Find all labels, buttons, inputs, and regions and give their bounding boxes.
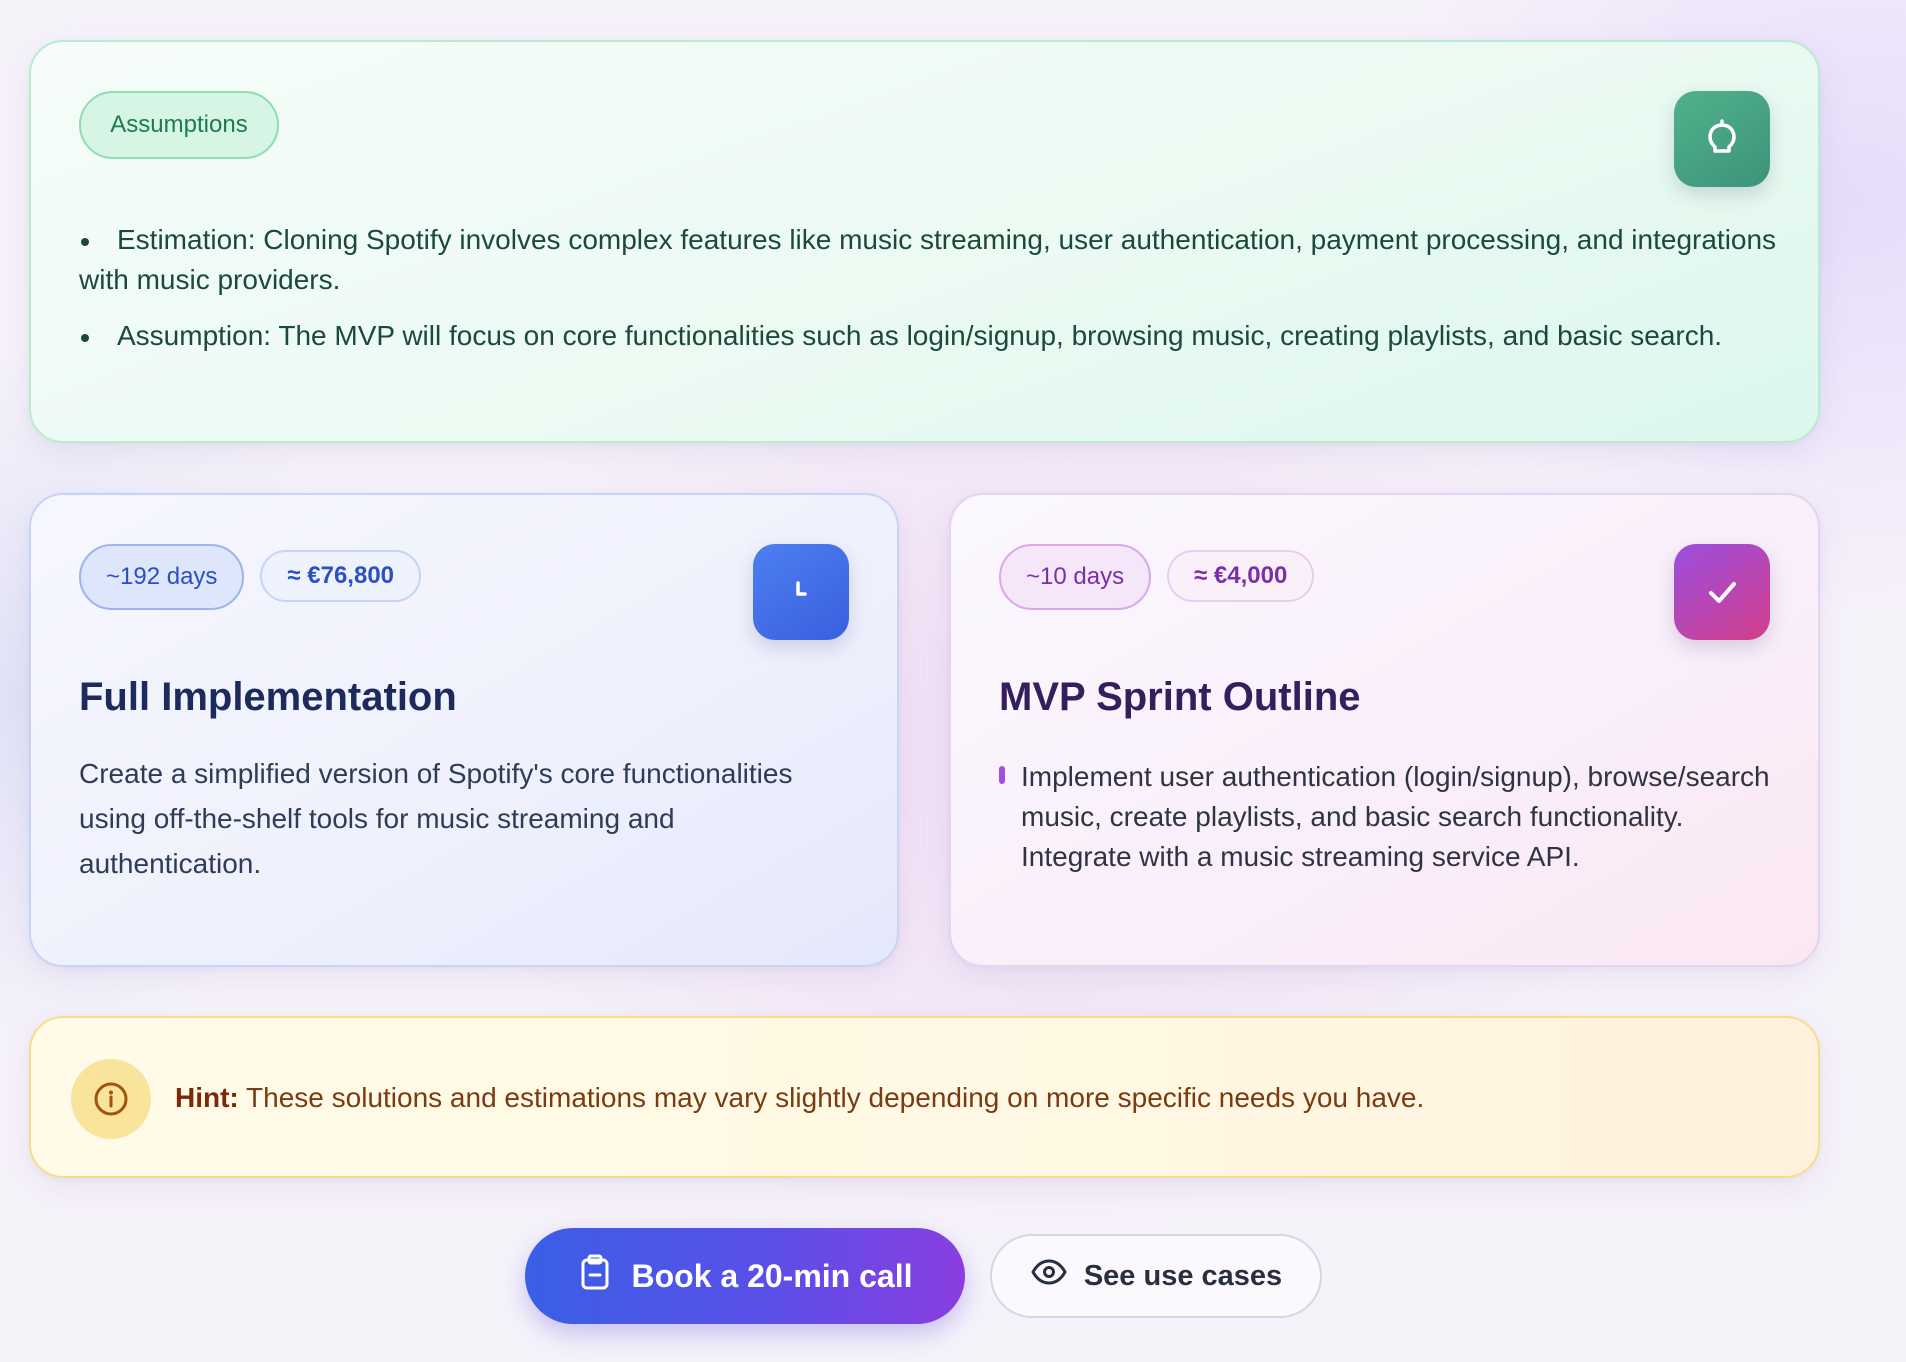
bullet-marker	[999, 766, 1005, 784]
clock-icon	[753, 544, 849, 640]
cost-badge: ≈ €4,000	[1167, 550, 1315, 602]
clipboard-icon	[578, 1253, 612, 1299]
card-title: MVP Sprint Outline	[999, 675, 1361, 719]
full-implementation-tags: ~192 days ≈ €76,800	[79, 544, 422, 610]
info-icon	[71, 1059, 151, 1139]
book-call-label: Book a 20-min call	[631, 1257, 913, 1294]
assumptions-card: Assumptions Estimation: Cloning Spotify …	[29, 40, 1820, 443]
lightbulb-icon	[1674, 91, 1770, 187]
card-description: Create a simplified version of Spotify's…	[79, 758, 793, 879]
full-implementation-card[interactable]: ~192 days ≈ €76,800 Full Implementation …	[29, 493, 899, 967]
hint-label: Hint:	[175, 1082, 239, 1113]
assumptions-list: Estimation: Cloning Spotify involves com…	[79, 220, 1779, 372]
duration-badge: ~10 days	[999, 544, 1152, 610]
cost-badge: ≈ €76,800	[260, 550, 422, 602]
card-description: Implement user authentication (login/sig…	[1021, 761, 1770, 872]
see-use-cases-button[interactable]: See use cases	[990, 1234, 1322, 1318]
assumption-item: Estimation: Cloning Spotify involves com…	[79, 220, 1779, 300]
hint-banner: Hint: These solutions and estimations ma…	[29, 1016, 1820, 1178]
assumption-item: Assumption: The MVP will focus on core f…	[79, 316, 1779, 356]
book-call-button[interactable]: Book a 20-min call	[525, 1228, 965, 1324]
eye-icon	[1030, 1258, 1068, 1294]
mvp-sprint-card[interactable]: ~10 days ≈ €4,000 MVP Sprint Outline Imp…	[949, 493, 1820, 967]
see-use-cases-label: See use cases	[1083, 1259, 1283, 1292]
duration-badge: ~192 days	[79, 544, 245, 610]
assumptions-badge: Assumptions	[79, 91, 279, 159]
check-icon	[1674, 544, 1770, 640]
hint-message: These solutions and estimations may vary…	[246, 1082, 1425, 1113]
mvp-sprint-tags: ~10 days ≈ €4,000	[999, 544, 1315, 610]
hint-text: Hint: These solutions and estimations ma…	[175, 1082, 1424, 1114]
card-title: Full Implementation	[79, 675, 457, 719]
